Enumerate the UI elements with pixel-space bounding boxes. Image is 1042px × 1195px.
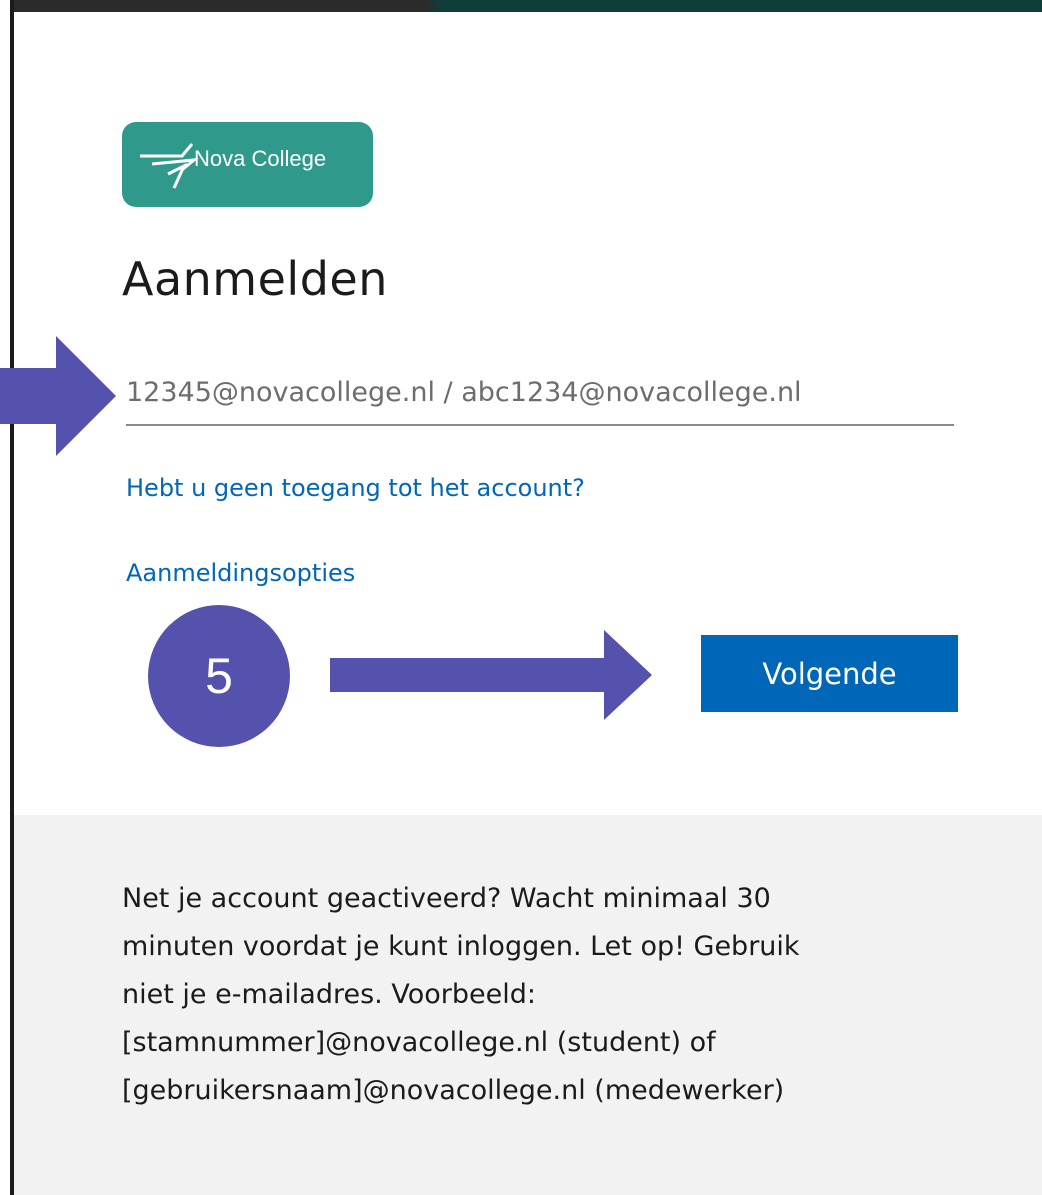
logo-text: Nova College [194, 146, 326, 171]
signin-options-link[interactable]: Aanmeldingsopties [126, 559, 355, 587]
info-line: [stamnummer]@novacollege.nl (student) of [122, 1027, 716, 1058]
info-line: Net je account geactiveerd? Wacht minima… [122, 883, 771, 914]
no-access-link[interactable]: Hebt u geen toegang tot het account? [126, 474, 585, 502]
page-title: Aanmelden [122, 252, 388, 306]
email-field[interactable] [126, 360, 954, 426]
next-button[interactable]: Volgende [701, 635, 958, 712]
arrow-right-icon [0, 336, 116, 456]
step-number: 5 [205, 648, 233, 704]
info-line: minuten voordat je kunt inloggen. Let op… [122, 931, 800, 962]
step-number-badge: 5 [148, 605, 290, 747]
window-top-border [10, 0, 1042, 12]
info-panel: Net je account geactiveerd? Wacht minima… [14, 815, 1042, 1195]
arrow-right-icon [330, 630, 652, 720]
info-line: [gebruikersnaam]@novacollege.nl (medewer… [122, 1075, 785, 1106]
info-line: niet je e-mailadres. Voorbeeld: [122, 979, 536, 1010]
logo-swoosh-icon: Nova College [140, 143, 326, 189]
info-text: Net je account geactiveerd? Wacht minima… [122, 875, 952, 1115]
nova-college-logo: Nova College [122, 122, 373, 207]
